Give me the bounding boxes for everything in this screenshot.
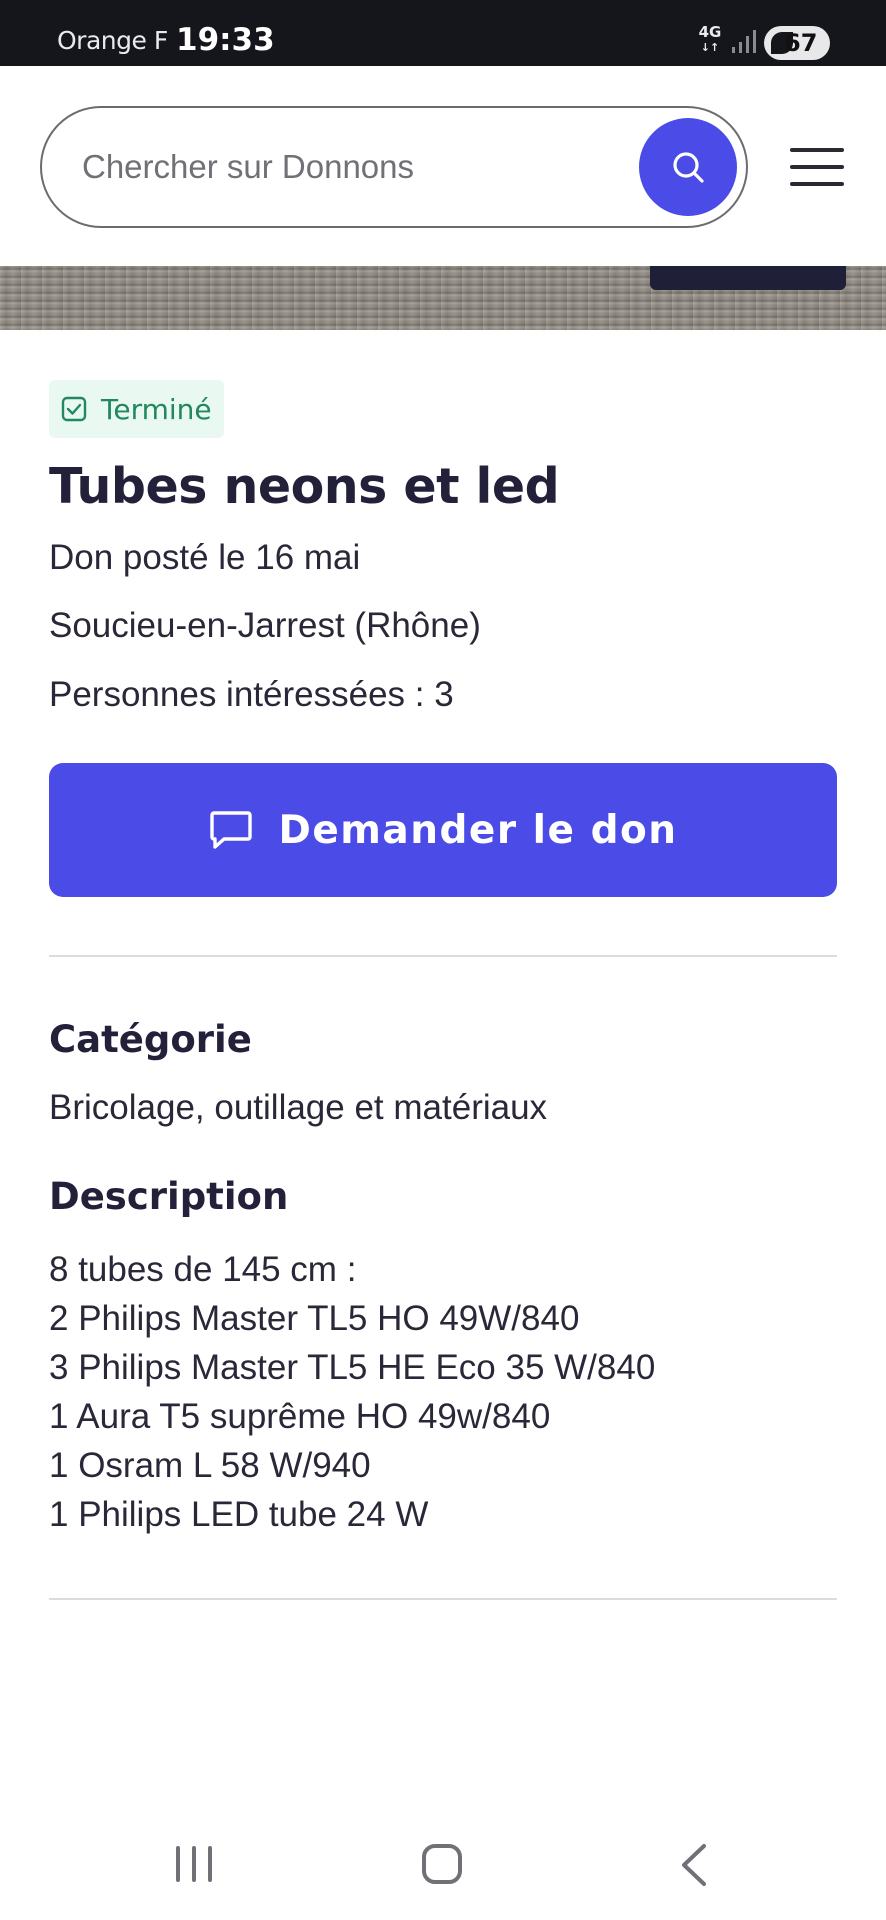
category-value: Bricolage, outillage et matériaux: [49, 1088, 548, 1127]
description-line: 8 tubes de 145 cm :: [49, 1250, 357, 1289]
description-line: 1 Aura T5 suprême HO 49w/840: [49, 1397, 551, 1436]
clock: 19:33: [176, 22, 275, 58]
menu-line: [790, 165, 844, 169]
data-arrows-icon: ↓↑: [700, 41, 720, 54]
header: Chercher sur Donnons: [0, 66, 886, 266]
description-heading: Description: [49, 1175, 289, 1218]
menu-line: [790, 182, 844, 186]
interested-count: Personnes intéressées : 3: [49, 675, 454, 714]
checkbox-check-icon: [61, 396, 87, 422]
chat-bubble-icon: [210, 811, 253, 849]
status-label: Terminé: [101, 392, 212, 426]
recents-bar: [208, 1846, 212, 1882]
location: Soucieu-en-Jarrest (Rhône): [49, 606, 481, 645]
posted-date: Don posté le 16 mai: [49, 538, 361, 577]
network-indicator: 4G ↓↑: [697, 25, 723, 55]
battery-level: 67: [784, 29, 818, 57]
listing-title: Tubes neons et led: [49, 458, 560, 515]
description-text: 8 tubes de 145 cm : 2 Philips Master TL5…: [49, 1245, 655, 1539]
description-line: 2 Philips Master TL5 HO 49W/840: [49, 1299, 580, 1338]
battery-indicator: 67: [764, 26, 830, 60]
listing-image[interactable]: [0, 266, 886, 330]
status-badge: Terminé: [49, 380, 224, 438]
request-donation-label: Demander le don: [278, 807, 678, 853]
description-line: 1 Philips LED tube 24 W: [49, 1495, 429, 1534]
back-icon[interactable]: [676, 1842, 712, 1888]
menu-button[interactable]: [790, 148, 844, 188]
search-input[interactable]: Chercher sur Donnons: [82, 148, 414, 186]
divider: [49, 955, 837, 957]
search-button[interactable]: [639, 118, 737, 216]
recents-bar: [176, 1846, 180, 1882]
home-icon[interactable]: [422, 1844, 462, 1884]
search-icon: [673, 152, 704, 183]
request-donation-button[interactable]: Demander le don: [49, 763, 837, 897]
description-line: 1 Osram L 58 W/940: [49, 1446, 371, 1485]
search-bar[interactable]: Chercher sur Donnons: [40, 106, 748, 228]
signal-strength-icon: [732, 30, 756, 53]
recents-bar: [192, 1846, 196, 1882]
network-type: 4G: [698, 23, 722, 41]
image-overlay-button[interactable]: [650, 266, 846, 290]
carrier-name: Orange F: [57, 26, 168, 55]
system-navigation-bar: [0, 1820, 886, 1920]
divider: [49, 1598, 837, 1600]
status-bar: Orange F 19:33 4G ↓↑ 67: [0, 0, 886, 66]
description-line: 3 Philips Master TL5 HE Eco 35 W/840: [49, 1348, 656, 1387]
category-heading: Catégorie: [49, 1018, 252, 1061]
recent-apps-icon[interactable]: [176, 1846, 216, 1882]
hamburger-menu-icon: [790, 148, 844, 152]
